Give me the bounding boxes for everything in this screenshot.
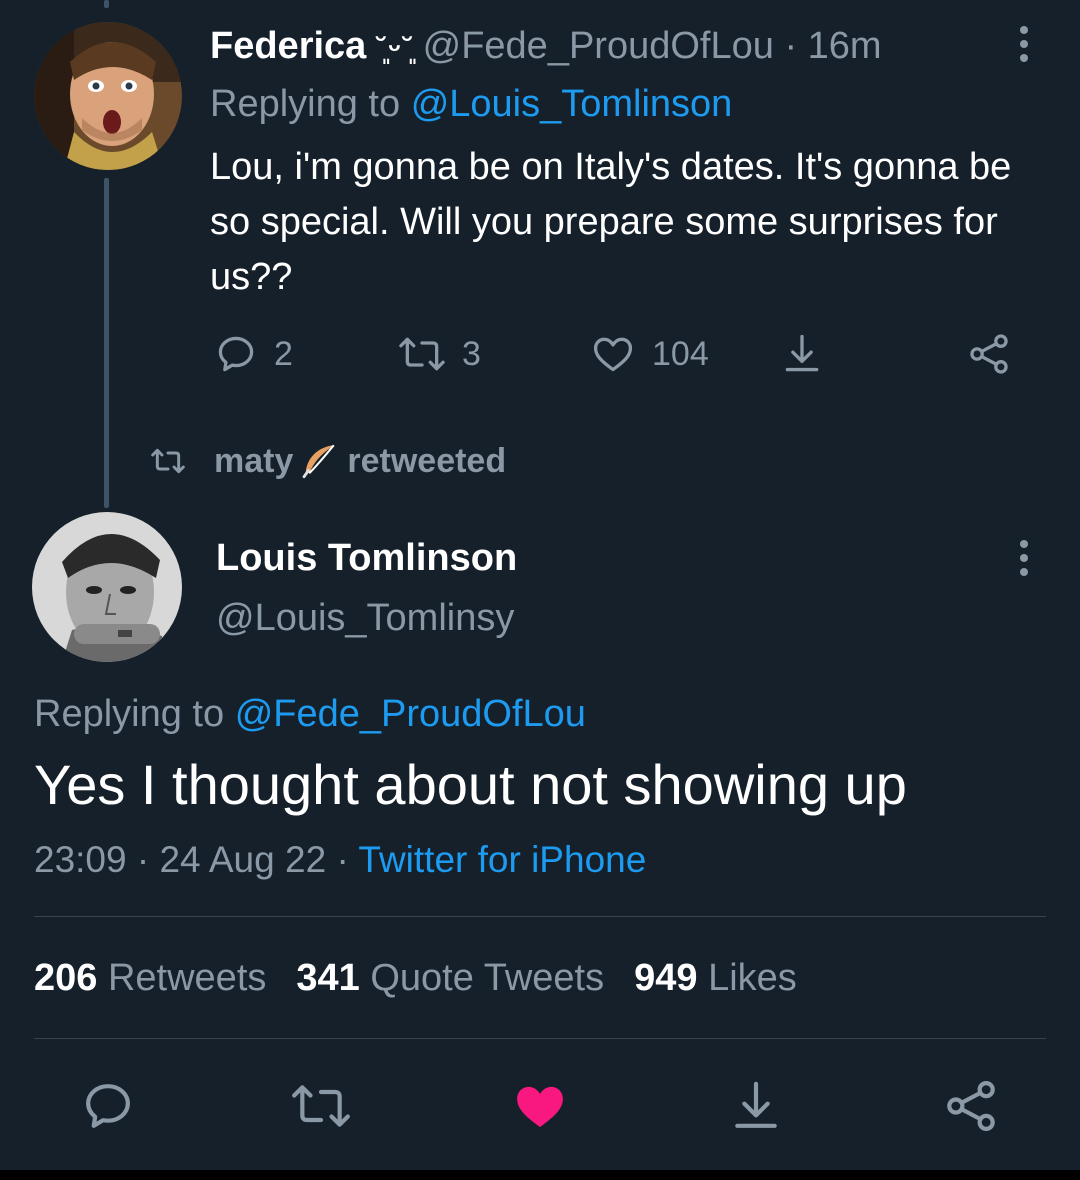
feather-emoji-icon [302,444,335,479]
reply-button[interactable] [80,1078,136,1139]
like-button[interactable]: 104 [590,332,709,376]
replying-to: Replying to @Louis_Tomlinson [210,80,732,128]
share-icon [947,1081,995,1131]
tweet-source-link[interactable]: Twitter for iPhone [358,839,646,880]
download-icon [785,334,819,372]
likes-count: 949 [634,957,698,999]
avatar-photo [32,512,182,662]
main-tweet-text: Yes I thought about not showing up [34,753,907,816]
tweet-metadata: 23:09 · 24 Aug 22 · Twitter for iPhone [34,836,646,884]
divider [34,916,1046,917]
download-icon [735,1081,777,1128]
share-link-button[interactable] [966,332,1012,376]
retweet-count: 3 [462,334,481,373]
author-name-emoji: ˘͈ᵕ˘͈ [376,32,415,65]
retweets-stat[interactable]: 206 Retweets [34,957,266,999]
avatar-photo [34,22,182,170]
more-options-icon[interactable] [1019,26,1029,62]
thread-line [104,0,109,8]
reply-button[interactable]: 2 [214,332,293,376]
replying-prefix: Replying to [210,83,401,125]
replying-to: Replying to @Fede_ProudOfLou [34,690,586,738]
likes-stat[interactable]: 949 Likes [634,957,797,999]
like-button[interactable] [510,1078,570,1139]
reply-icon [218,336,254,372]
retweeted-by-line: maty retweeted [150,440,506,482]
separator-dot: · [136,839,150,880]
retweets-label: Retweets [107,957,267,999]
heart-filled-icon [517,1086,563,1127]
replying-mention-link[interactable]: @Louis_Tomlinson [411,83,733,125]
share-button[interactable] [780,332,824,376]
heart-icon [593,337,633,372]
divider [34,1038,1046,1039]
reply-icon [86,1084,130,1128]
quote-tweets-label: Quote Tweets [370,957,605,999]
replying-prefix: Replying to [34,693,225,735]
retweet-icon [399,337,445,371]
retweet-icon [151,448,185,474]
author-name[interactable]: Louis Tomlinson [216,534,517,582]
avatar[interactable] [32,512,182,662]
download-button[interactable] [728,1078,784,1139]
author-handle[interactable]: @Louis_Tomlinsy [216,594,514,642]
like-count: 104 [652,334,709,373]
reply-count: 2 [274,334,293,373]
retweets-count: 206 [34,957,98,999]
separator-dot: · [336,839,349,880]
system-nav-strip [0,1170,1080,1180]
retweet-button[interactable] [290,1078,352,1139]
author-handle[interactable]: @Fede_ProudOfLou [423,25,774,67]
tweet-date: 24 Aug 22 [159,839,327,880]
retweet-icon [292,1085,350,1127]
retweeter-name[interactable]: maty [214,442,293,481]
tweet-stats: 206 Retweets 341 Quote Tweets 949 Likes [34,954,797,1002]
tweet-time[interactable]: 16m [808,25,882,67]
retweet-button[interactable]: 3 [398,332,481,376]
author-name[interactable]: Federica [210,25,366,67]
tweet-time: 23:09 [34,839,127,880]
avatar[interactable] [34,22,182,170]
retweeted-label: retweeted [347,441,507,480]
share-button[interactable] [942,1078,1000,1139]
share-icon [970,334,1008,374]
quote-tweets-stat[interactable]: 341 Quote Tweets [296,957,604,999]
tweet-action-bar [0,1078,1080,1138]
parent-tweet-header: Federica ˘͈ᵕ˘͈ @Fede_ProudOfLou · 16m [210,22,882,73]
replying-mention-link[interactable]: @Fede_ProudOfLou [235,693,586,735]
quote-tweets-count: 341 [296,957,360,999]
more-options-icon[interactable] [1019,540,1029,576]
thread-line [104,178,109,508]
parent-tweet-text: Lou, i'm gonna be on Italy's dates. It's… [210,146,1012,298]
likes-label: Likes [708,957,797,999]
separator-dot: · [784,25,798,67]
